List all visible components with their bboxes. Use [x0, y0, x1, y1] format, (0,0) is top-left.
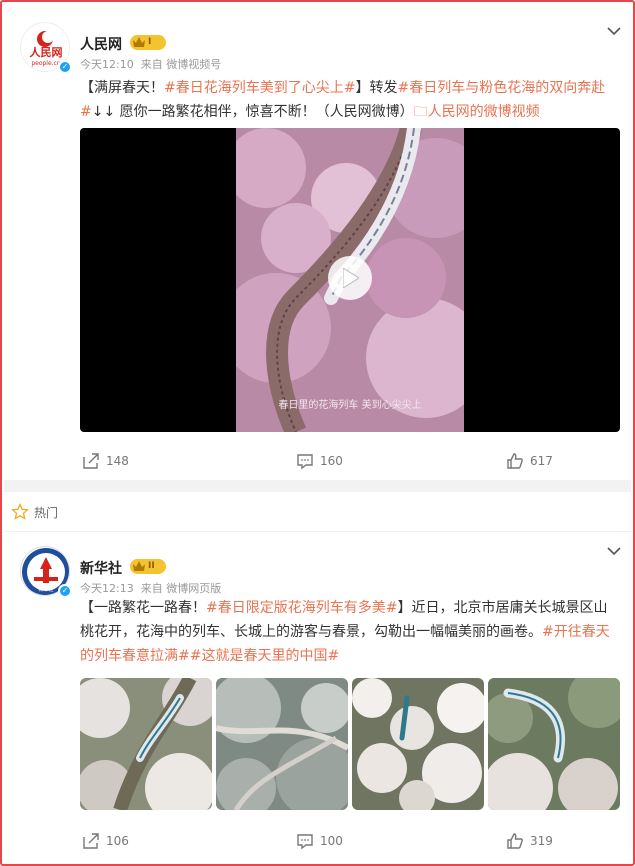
- comment-count: 100: [320, 834, 343, 848]
- image-thumbnail[interactable]: [216, 678, 348, 810]
- post-divider: [4, 480, 631, 492]
- member-badge[interactable]: II: [130, 559, 166, 574]
- crown-icon: [133, 561, 145, 571]
- svg-text:people.cn: people.cn: [31, 60, 61, 67]
- comment-button[interactable]: 160: [296, 446, 343, 476]
- play-icon: [343, 268, 359, 288]
- post-meta: 今天12:13 来自 微博网页版: [80, 580, 221, 596]
- like-button[interactable]: 319: [506, 826, 553, 856]
- share-icon: [83, 453, 99, 469]
- share-icon: [83, 833, 99, 849]
- thumbs-up-icon: [507, 453, 523, 469]
- post-meta: 今天12:10 来自 微博视频号: [80, 56, 221, 72]
- verified-icon: ✓: [58, 584, 72, 598]
- video-player[interactable]: 春日里的花海列车 美到心尖尖上: [80, 128, 620, 432]
- text-segment: ↓↓ 愿你一路繁花相伴，惊喜不断！（人民网微博）: [91, 104, 414, 120]
- hashtag-link[interactable]: #春日花海列车美到了心尖上#: [164, 80, 355, 96]
- play-button[interactable]: [328, 256, 372, 300]
- image-grid: [80, 678, 620, 810]
- comment-button[interactable]: 100: [296, 826, 343, 856]
- star-icon: [11, 503, 29, 520]
- weibo-post-1: 人民网 people.cn ✓ 人民网 I 今天12:10 来自 微博视频号 【…: [4, 4, 631, 480]
- thumbs-up-icon: [507, 833, 523, 849]
- image-thumbnail[interactable]: [488, 678, 620, 810]
- crown-icon: [133, 37, 145, 47]
- like-button[interactable]: 617: [506, 446, 553, 476]
- comment-count: 160: [320, 454, 343, 468]
- post-source: 来自 微博网页版: [140, 582, 222, 595]
- text-segment: 【一路繁花一路春！: [80, 600, 206, 616]
- weibo-post-2: 新华社 ✓ 新华社 II 今天12:13 来自 微博网页版 【一路繁花一路春！#…: [4, 532, 631, 862]
- comment-icon: [297, 454, 313, 470]
- share-button[interactable]: 148: [82, 446, 129, 476]
- video-caption: 春日里的花海列车 美到心尖尖上: [278, 398, 421, 411]
- text-segment: 】转发: [355, 80, 398, 96]
- member-level: I: [148, 37, 152, 47]
- post-actions: 148 160 617: [4, 446, 631, 476]
- post-time[interactable]: 今天12:10: [80, 58, 134, 71]
- post-time[interactable]: 今天12:13: [80, 582, 134, 595]
- hashtag-link[interactable]: #春日限定版花海列车有多美#: [206, 600, 397, 616]
- post-text: 【满屏春天！#春日花海列车美到了心尖上#】转发#春日列车与粉色花海的双向奔赴#↓…: [80, 76, 620, 124]
- post-text: 【一路繁花一路春！#春日限定版花海列车有多美#】近日，北京市居庸关长城景区山桃花…: [80, 596, 620, 668]
- member-badge[interactable]: I: [130, 35, 166, 50]
- image-thumbnail[interactable]: [352, 678, 484, 810]
- comment-icon: [297, 834, 313, 850]
- post-actions: 106 100 319: [4, 826, 631, 856]
- post-source: 来自 微博视频号: [140, 58, 222, 71]
- share-button[interactable]: 106: [82, 826, 129, 856]
- share-count: 148: [106, 454, 129, 468]
- svg-text:新华社: 新华社: [38, 586, 53, 593]
- video-source-link[interactable]: 🗀人民网的微博视频: [414, 104, 540, 120]
- share-count: 106: [106, 834, 129, 848]
- text-segment: 【满屏春天！: [80, 80, 164, 96]
- chevron-down-icon[interactable]: [607, 546, 621, 556]
- svg-text:人民网: 人民网: [30, 45, 63, 59]
- like-count: 617: [530, 454, 553, 468]
- verified-icon: ✓: [58, 60, 72, 74]
- hot-section-header: 热门: [4, 492, 631, 532]
- author-name[interactable]: 新华社: [80, 558, 122, 578]
- author-name[interactable]: 人民网: [80, 34, 122, 54]
- like-count: 319: [530, 834, 553, 848]
- hot-label: 热门: [34, 506, 59, 520]
- member-level: II: [148, 561, 155, 571]
- image-thumbnail[interactable]: [80, 678, 212, 810]
- chevron-down-icon[interactable]: [607, 26, 621, 36]
- hashtag-link[interactable]: #这就是春天里的中国#: [190, 648, 339, 664]
